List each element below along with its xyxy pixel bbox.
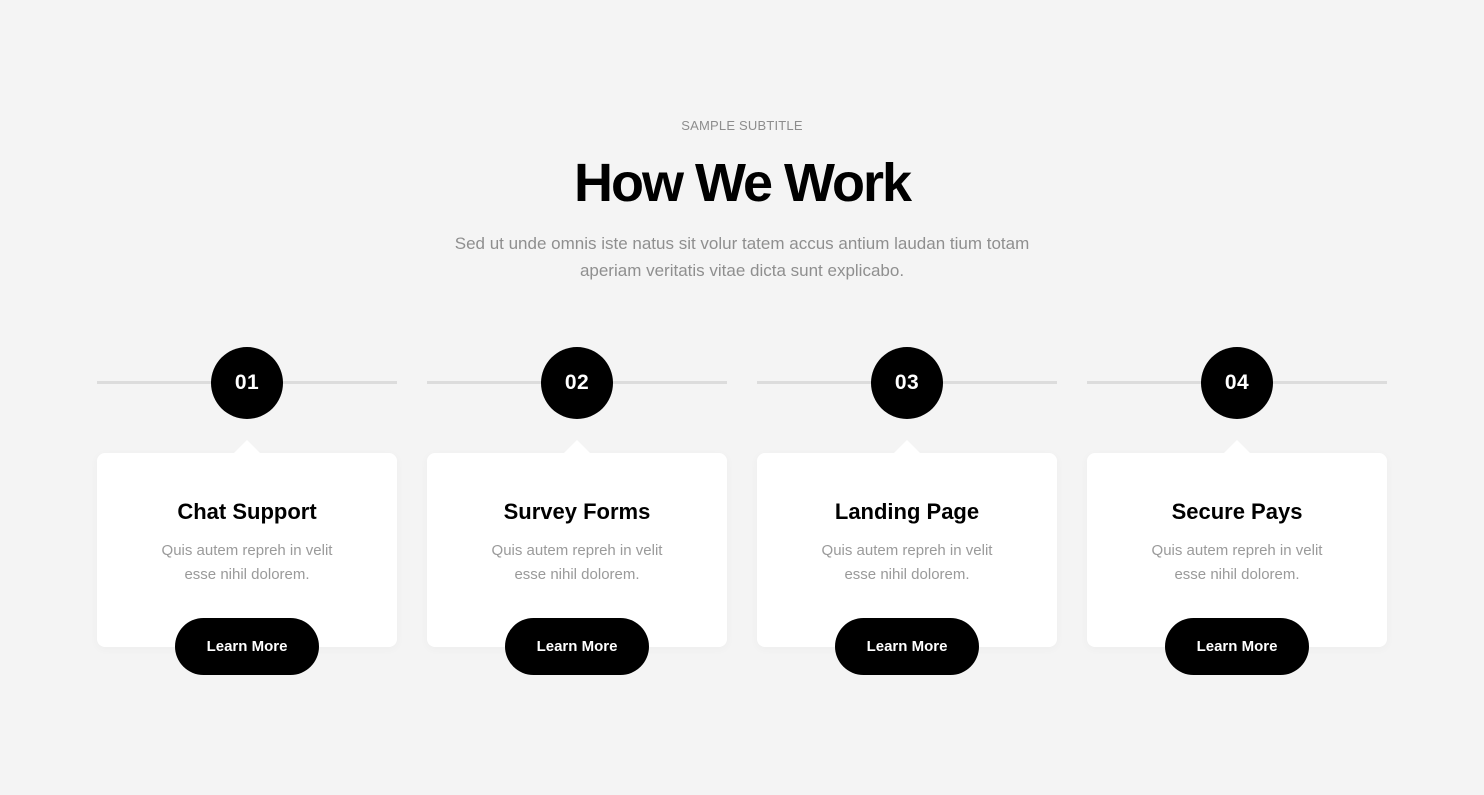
step-description: Quis autem repreh in velit esse nihil do… <box>161 542 333 583</box>
card-pointer-arrow <box>894 440 920 453</box>
card-pointer-arrow <box>1224 440 1250 453</box>
step-title: Chat Support <box>177 499 317 524</box>
section-subtitle: SAMPLE SUBTITLE <box>681 118 803 133</box>
step-item-4: 04 Secure Pays Quis autem repreh in veli… <box>1087 346 1387 676</box>
step-description: Quis autem repreh in velit esse nihil do… <box>491 542 663 583</box>
step-description: Quis autem repreh in velit esse nihil do… <box>821 542 993 583</box>
card-pointer-arrow <box>234 440 260 453</box>
step-number-badge: 02 <box>541 347 613 419</box>
step-title: Landing Page <box>834 499 980 524</box>
section-description: Sed ut unde omnis iste natus sit volur t… <box>454 234 1030 280</box>
step-number-badge: 04 <box>1201 347 1273 419</box>
section-title: How We Work <box>573 153 912 213</box>
step-title: Secure Pays <box>1171 499 1303 524</box>
step-item-2: 02 Survey Forms Quis autem repreh in vel… <box>427 346 727 676</box>
step-number-badge: 01 <box>211 347 283 419</box>
card-pointer-arrow <box>564 440 590 453</box>
learn-more-button[interactable]: Learn More <box>505 618 649 675</box>
step-number-badge: 03 <box>871 347 943 419</box>
learn-more-button[interactable]: Learn More <box>1165 618 1309 675</box>
learn-more-button[interactable]: Learn More <box>175 618 319 675</box>
learn-more-button[interactable]: Learn More <box>835 618 979 675</box>
step-title: Survey Forms <box>503 499 651 524</box>
step-item-1: 01 Chat Support Quis autem repreh in vel… <box>97 346 397 676</box>
step-description: Quis autem repreh in velit esse nihil do… <box>1151 542 1323 583</box>
step-item-3: 03 Landing Page Quis autem repreh in vel… <box>757 346 1057 676</box>
